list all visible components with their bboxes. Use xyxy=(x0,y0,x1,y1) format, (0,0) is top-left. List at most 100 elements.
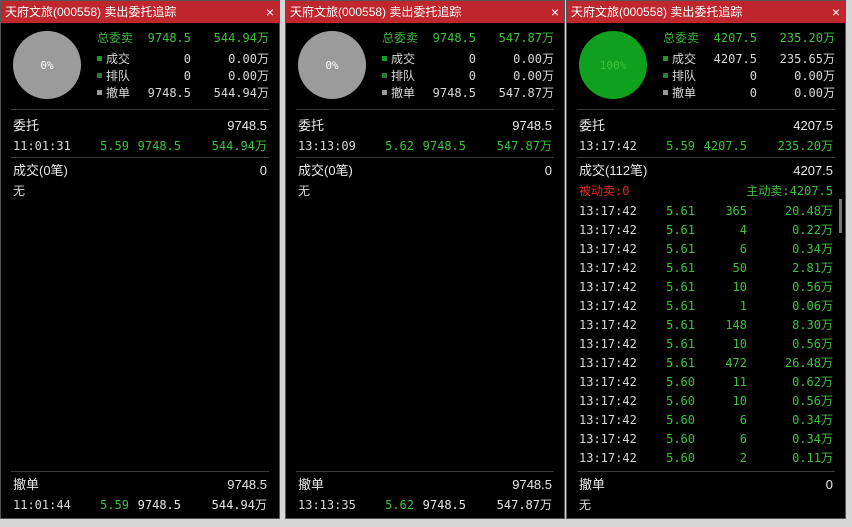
trade-price: 5.61 xyxy=(666,223,695,237)
trade-vol: 6 xyxy=(739,432,747,446)
cancel-empty: 无 xyxy=(579,497,833,513)
trades-none-label: 无 xyxy=(13,184,26,198)
order-vol: 4207.5 xyxy=(703,139,747,153)
divider xyxy=(296,109,554,110)
trade-row[interactable]: 13:17:42 5.61 4 0.22万 xyxy=(579,222,833,238)
trades-label: 成交(0笔) xyxy=(13,163,68,178)
cancel-vol: 9748.5 xyxy=(422,498,466,512)
trade-row[interactable]: 13:17:42 5.60 11 0.62万 xyxy=(579,374,833,390)
summary-total-vol: 9748.5 xyxy=(147,31,191,45)
summary-queue-amt: 0.00万 xyxy=(513,69,554,83)
trades-count: 0 xyxy=(544,163,552,178)
trade-row[interactable]: 13:17:42 5.61 365 20.48万 xyxy=(579,203,833,219)
trade-row[interactable]: 13:17:42 5.61 1 0.06万 xyxy=(579,298,833,314)
trade-price: 5.61 xyxy=(666,299,695,313)
trades-header: 成交(0笔) 0 xyxy=(13,163,267,179)
cancel-row[interactable]: 11:01:44 5.59 9748.5 544.94万 xyxy=(13,497,267,513)
trade-row[interactable]: 13:17:42 5.61 50 2.81万 xyxy=(579,260,833,276)
summary-cancel-vol: 9748.5 xyxy=(432,86,476,100)
trade-row[interactable]: 13:17:42 5.61 472 26.48万 xyxy=(579,355,833,371)
trade-price: 5.60 xyxy=(666,375,695,389)
order-price: 5.59 xyxy=(100,139,129,153)
cancel-vol: 9748.5 xyxy=(137,498,181,512)
trades-count: 0 xyxy=(259,163,267,178)
summary-deal-label: 成交 xyxy=(106,52,131,66)
trade-vol: 6 xyxy=(739,242,747,256)
queue-legend-square xyxy=(382,73,387,78)
summary-total-amt: 544.94万 xyxy=(213,31,269,45)
summary-total-label: 总委卖 xyxy=(663,31,700,45)
trade-vol: 148 xyxy=(725,318,747,332)
trade-price: 5.60 xyxy=(666,451,695,465)
summary-queue: 排队 0 0.00万 xyxy=(97,68,269,84)
summary-total-label: 总委卖 xyxy=(382,31,419,45)
summary-queue-label: 排队 xyxy=(672,69,697,83)
order-header: 委托 9748.5 xyxy=(298,118,552,134)
trade-time: 13:17:42 xyxy=(579,413,637,427)
close-icon[interactable]: × xyxy=(266,1,274,23)
pie-percent-label: 100% xyxy=(599,58,627,72)
passive-sell-label: 被动卖:0 xyxy=(579,184,630,198)
summary-queue-amt: 0.00万 xyxy=(228,69,269,83)
cancel-legend-square xyxy=(663,90,668,95)
order-label: 委托 xyxy=(579,118,606,133)
trade-time: 13:17:42 xyxy=(579,223,637,237)
trade-amt: 0.62万 xyxy=(792,375,833,389)
trade-row[interactable]: 13:17:42 5.61 6 0.34万 xyxy=(579,241,833,257)
summary-cancel-vol: 9748.5 xyxy=(147,86,191,100)
trade-time: 13:17:42 xyxy=(579,432,637,446)
progress-pie-chart: 100% xyxy=(579,31,647,99)
trade-row[interactable]: 13:17:42 5.61 10 0.56万 xyxy=(579,279,833,295)
trade-price: 5.61 xyxy=(666,318,695,332)
cancel-row[interactable]: 13:13:35 5.62 9748.5 547.87万 xyxy=(298,497,552,513)
summary-deal-amt: 0.00万 xyxy=(228,52,269,66)
trade-amt: 0.06万 xyxy=(792,299,833,313)
summary-cancel-amt: 0.00万 xyxy=(794,86,835,100)
trade-time: 13:17:42 xyxy=(579,451,637,465)
close-icon[interactable]: × xyxy=(551,1,559,23)
summary-total: 总委卖 9748.5 544.94万 xyxy=(97,30,269,46)
order-row[interactable]: 11:01:31 5.59 9748.5 544.94万 xyxy=(13,138,267,154)
order-header: 委托 4207.5 xyxy=(579,118,833,134)
order-tracker-panel-2: 天府文旅(000558) 卖出委托追踪 × 0% 总委卖 9748.5 547.… xyxy=(285,0,565,519)
trade-vol: 4 xyxy=(739,223,747,237)
pie-percent-label: 0% xyxy=(325,58,339,72)
summary-cancel-amt: 547.87万 xyxy=(498,86,554,100)
summary-cancel: 撤单 9748.5 547.87万 xyxy=(382,85,554,101)
trade-price: 5.61 xyxy=(666,261,695,275)
trade-row[interactable]: 13:17:42 5.60 6 0.34万 xyxy=(579,431,833,447)
trades-none-label: 无 xyxy=(298,184,311,198)
trade-row[interactable]: 13:17:42 5.60 10 0.56万 xyxy=(579,393,833,409)
progress-pie-chart: 0% xyxy=(298,31,366,99)
close-icon[interactable]: × xyxy=(832,1,840,23)
order-amt: 547.87万 xyxy=(496,139,552,153)
order-row[interactable]: 13:17:42 5.59 4207.5 235.20万 xyxy=(579,138,833,154)
scrollbar-thumb[interactable] xyxy=(839,199,842,233)
trade-price: 5.61 xyxy=(666,337,695,351)
trade-time: 13:17:42 xyxy=(579,280,637,294)
order-row[interactable]: 13:13:09 5.62 9748.5 547.87万 xyxy=(298,138,552,154)
order-time: 13:13:09 xyxy=(298,139,356,153)
summary-queue: 排队 0 0.00万 xyxy=(663,68,835,84)
queue-legend-square xyxy=(97,73,102,78)
divider xyxy=(577,157,835,158)
cancel-time: 13:13:35 xyxy=(298,498,356,512)
deal-legend-square xyxy=(663,56,668,61)
summary-cancel-amt: 544.94万 xyxy=(213,86,269,100)
order-total: 4207.5 xyxy=(793,118,833,133)
summary-queue-amt: 0.00万 xyxy=(794,69,835,83)
trade-time: 13:17:42 xyxy=(579,299,637,313)
divider xyxy=(296,471,554,472)
trade-row[interactable]: 13:17:42 5.61 10 0.56万 xyxy=(579,336,833,352)
cancel-time: 11:01:44 xyxy=(13,498,71,512)
trades-direction: 被动卖:0 主动卖:4207.5 xyxy=(579,183,833,199)
trade-price: 5.60 xyxy=(666,394,695,408)
trade-row[interactable]: 13:17:42 5.60 2 0.11万 xyxy=(579,450,833,466)
trade-row[interactable]: 13:17:42 5.60 6 0.34万 xyxy=(579,412,833,428)
summary-total-vol: 4207.5 xyxy=(713,31,757,45)
cancel-amt: 544.94万 xyxy=(211,498,267,512)
trade-row[interactable]: 13:17:42 5.61 148 8.30万 xyxy=(579,317,833,333)
summary-deal-label: 成交 xyxy=(672,52,697,66)
summary-deal-vol: 0 xyxy=(468,52,476,66)
summary-deal-label: 成交 xyxy=(391,52,416,66)
